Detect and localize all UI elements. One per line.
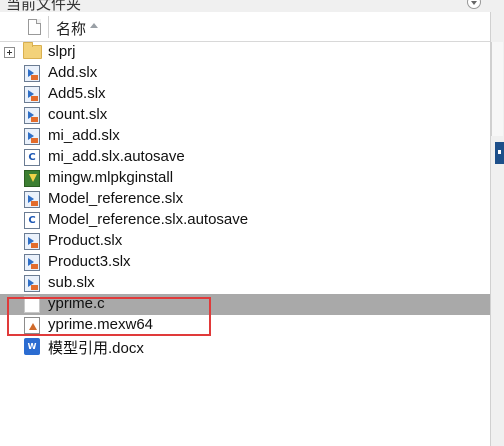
file-row[interactable]: W 模型引用.docx xyxy=(0,336,490,357)
panel-title: 当前文件夹 xyxy=(6,0,82,12)
panel-actions-dropdown-icon[interactable] xyxy=(467,0,481,9)
file-name: count.slx xyxy=(48,106,108,123)
panel-header: 当前文件夹 xyxy=(0,0,504,12)
simulink-model-icon xyxy=(24,107,40,124)
expand-icon[interactable] xyxy=(4,47,15,58)
side-panel-tab-icon[interactable] xyxy=(495,142,504,164)
name-column-header[interactable]: 名称 xyxy=(56,18,86,39)
file-row[interactable]: Product.slx xyxy=(0,231,490,252)
autosave-file-icon: C xyxy=(24,212,40,229)
file-type-column-icon[interactable] xyxy=(28,19,41,35)
simulink-model-icon xyxy=(24,191,40,208)
simulink-model-icon xyxy=(24,128,40,145)
file-name: Add5.slx xyxy=(48,85,106,102)
file-name: Product3.slx xyxy=(48,253,131,270)
simulink-model-icon xyxy=(24,275,40,292)
file-row[interactable]: sub.slx xyxy=(0,273,490,294)
file-name: 模型引用.docx xyxy=(48,340,144,357)
column-divider[interactable] xyxy=(48,16,49,38)
scrollbar-thumb[interactable] xyxy=(491,42,503,136)
simulink-model-icon xyxy=(24,65,40,82)
file-row[interactable]: mi_add.slx xyxy=(0,126,490,147)
autosave-file-icon: C xyxy=(24,149,40,166)
file-name: mingw.mlpkginstall xyxy=(48,169,174,186)
sort-ascending-icon[interactable] xyxy=(90,23,98,28)
package-install-icon xyxy=(24,170,40,187)
file-name: mi_add.slx.autosave xyxy=(48,148,185,165)
file-name: mi_add.slx xyxy=(48,127,120,144)
file-name: Product.slx xyxy=(48,232,123,249)
file-row[interactable]: count.slx xyxy=(0,105,490,126)
word-document-icon: W xyxy=(24,338,40,355)
file-row[interactable]: Product3.slx xyxy=(0,252,490,273)
file-row[interactable]: Model_reference.slx xyxy=(0,189,490,210)
file-name: Model_reference.slx xyxy=(48,190,184,207)
file-name: sub.slx xyxy=(48,274,95,291)
folder-icon xyxy=(23,42,42,59)
file-row[interactable]: Add5.slx xyxy=(0,84,490,105)
file-name: slprj xyxy=(48,43,76,60)
file-name: Add.slx xyxy=(48,64,98,81)
file-name: Model_reference.slx.autosave xyxy=(48,211,249,228)
simulink-model-icon xyxy=(24,254,40,271)
simulink-model-icon xyxy=(24,86,40,103)
column-header: 名称 xyxy=(0,12,490,42)
file-row[interactable]: Cmi_add.slx.autosave xyxy=(0,147,490,168)
file-row[interactable]: slprj xyxy=(0,42,490,63)
annotation-highlight-box xyxy=(7,297,211,336)
file-row[interactable]: mingw.mlpkginstall xyxy=(0,168,490,189)
file-row[interactable]: Add.slx xyxy=(0,63,490,84)
file-row[interactable]: C Model_reference.slx.autosave xyxy=(0,210,490,231)
simulink-model-icon xyxy=(24,233,40,250)
